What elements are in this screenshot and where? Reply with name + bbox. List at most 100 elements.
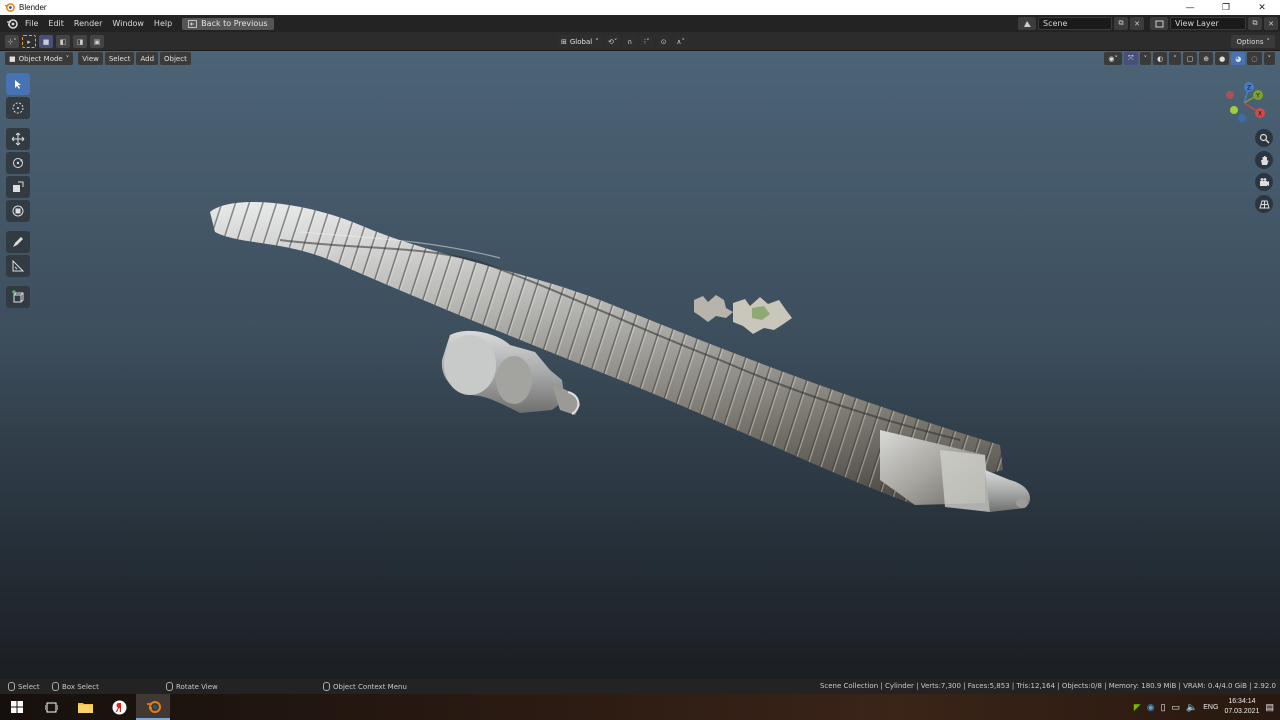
proportional-edit-icon: ⊙	[660, 37, 667, 46]
select-mode-new-button[interactable]: ■	[39, 35, 53, 48]
eye-icon: ◉˅	[1108, 54, 1118, 63]
shading-dropdown[interactable]: ˅	[1263, 52, 1275, 65]
chevron-down-icon: ˅	[595, 37, 599, 46]
clock[interactable]: 16:34:14 07.03.2021	[1224, 697, 1259, 717]
perspective-toggle-button[interactable]	[1255, 195, 1273, 213]
wireframe-shading-button[interactable]: ⊕	[1199, 52, 1214, 65]
select-subtract-icon: ◨	[76, 37, 84, 46]
minimize-button[interactable]: —	[1172, 0, 1208, 15]
3d-viewport[interactable]: ■ Object Mode ˅ View Select Add Object ◉…	[0, 51, 1280, 679]
options-label: Options	[1236, 37, 1264, 46]
object-menu[interactable]: Object	[160, 52, 191, 65]
cursor-tool[interactable]	[6, 97, 30, 119]
move-tool[interactable]	[6, 128, 30, 150]
neg-x-axis-handle[interactable]	[1226, 91, 1234, 99]
neg-z-axis-handle[interactable]	[1238, 114, 1246, 122]
close-button[interactable]: ✕	[1244, 0, 1280, 15]
transform-orientation-dropdown[interactable]: ⊞ Global ˅	[557, 35, 603, 48]
gizmo-dropdown[interactable]: ˅	[1139, 52, 1152, 65]
view-menu[interactable]: View	[78, 52, 103, 65]
wireframe-sphere-icon: ⊕	[1203, 54, 1210, 63]
new-view-layer-button[interactable]: ⧉	[1248, 17, 1262, 30]
annotate-tool[interactable]	[6, 231, 30, 253]
options-dropdown[interactable]: Options ˅	[1231, 35, 1275, 48]
volume-icon[interactable]: 🔈	[1186, 702, 1197, 713]
scale-icon	[13, 181, 24, 192]
delete-scene-button[interactable]: ✕	[1130, 17, 1144, 30]
select-intersect-icon: ▣	[93, 37, 101, 46]
gizmo-toggle[interactable]: ⤧	[1123, 52, 1138, 65]
start-button[interactable]	[0, 694, 34, 720]
pivot-point-dropdown[interactable]: ⟲˅	[605, 35, 620, 48]
move-icon	[11, 132, 25, 146]
back-to-previous-button[interactable]: Back to Previous	[182, 17, 274, 30]
scene-name-field[interactable]: Scene	[1038, 17, 1112, 30]
proportional-editing-toggle[interactable]: ⊙	[656, 35, 671, 48]
blender-logo-icon[interactable]	[4, 16, 20, 32]
scene-browse-button[interactable]	[1018, 17, 1036, 30]
neg-y-axis-handle[interactable]	[1230, 106, 1238, 114]
status-rotate-hint: Rotate View	[166, 682, 218, 691]
menu-help[interactable]: Help	[149, 19, 177, 28]
overlays-dropdown[interactable]: ˅	[1169, 52, 1181, 65]
camera-view-button[interactable]	[1255, 173, 1273, 191]
navigation-gizmo[interactable]: Y Z X	[1222, 81, 1278, 131]
notifications-icon[interactable]: ▤	[1265, 702, 1274, 713]
new-scene-button[interactable]: ⧉	[1114, 17, 1128, 30]
menu-edit[interactable]: Edit	[43, 19, 69, 28]
snap-target-dropdown[interactable]: ⁝˅	[639, 35, 654, 48]
overlays-toggle[interactable]: ◐	[1153, 52, 1168, 65]
blender-taskbar-button[interactable]	[136, 694, 170, 720]
network-icon[interactable]: ▭	[1172, 702, 1181, 713]
transform-tool[interactable]	[6, 200, 30, 222]
editor-type-button[interactable]: ⊹˅	[5, 35, 19, 48]
rotate-tool[interactable]	[6, 152, 30, 174]
yandex-browser-button[interactable]	[102, 694, 136, 720]
edge-icon[interactable]: ◉	[1147, 702, 1155, 713]
nvidia-icon[interactable]: ◤	[1134, 702, 1141, 713]
select-tool-button[interactable]: ▸	[22, 35, 36, 48]
orientation-icon: ⊞	[561, 37, 567, 46]
solid-sphere-icon: ●	[1219, 54, 1226, 63]
scene-icon	[1023, 20, 1031, 27]
view-layer-name-field[interactable]: View Layer	[1170, 17, 1246, 30]
rendered-shading-button[interactable]: ◌	[1247, 52, 1262, 65]
select-mode-intersect-button[interactable]: ▣	[90, 35, 104, 48]
restore-button[interactable]: ❐	[1208, 0, 1244, 15]
zoom-icon	[1259, 133, 1269, 143]
menu-window[interactable]: Window	[107, 19, 149, 28]
measure-tool[interactable]	[6, 255, 30, 277]
select-mode-subtract-button[interactable]: ◨	[73, 35, 87, 48]
select-mode-extend-button[interactable]: ◧	[56, 35, 70, 48]
menu-render[interactable]: Render	[69, 19, 107, 28]
material-sphere-icon: ◕	[1235, 54, 1242, 63]
select-box-tool[interactable]	[6, 73, 30, 95]
task-view-button[interactable]	[34, 694, 68, 720]
mode-label: Object Mode	[18, 54, 63, 63]
gizmo-icon: ⤧	[1127, 54, 1134, 62]
cylinder-object[interactable]	[210, 202, 1030, 512]
add-cube-tool[interactable]	[6, 286, 30, 308]
snap-toggle[interactable]: ∩	[622, 35, 637, 48]
left-toolbar	[6, 73, 30, 308]
xray-toggle[interactable]: ▢	[1182, 52, 1198, 65]
battery-icon[interactable]: ▯	[1161, 702, 1166, 713]
scale-tool[interactable]	[6, 176, 30, 198]
mode-dropdown[interactable]: ■ Object Mode ˅	[5, 52, 74, 65]
pan-button[interactable]	[1255, 151, 1273, 169]
menu-file[interactable]: File	[20, 19, 43, 28]
proportional-falloff-dropdown[interactable]: ∧˅	[673, 35, 688, 48]
select-new-icon: ■	[42, 37, 50, 46]
file-explorer-button[interactable]	[68, 694, 102, 720]
pivot-icon: ⟲˅	[608, 37, 618, 46]
visibility-dropdown[interactable]: ◉˅	[1104, 52, 1122, 65]
view-layer-browse-button[interactable]	[1150, 17, 1168, 30]
gear-object[interactable]	[694, 295, 792, 334]
select-menu[interactable]: Select	[104, 52, 135, 65]
language-indicator[interactable]: ENG	[1203, 704, 1218, 711]
zoom-button[interactable]	[1255, 129, 1273, 147]
solid-shading-button[interactable]: ●	[1215, 52, 1230, 65]
add-menu[interactable]: Add	[136, 52, 159, 65]
material-preview-button[interactable]: ◕	[1231, 52, 1246, 65]
delete-view-layer-button[interactable]: ✕	[1264, 17, 1278, 30]
